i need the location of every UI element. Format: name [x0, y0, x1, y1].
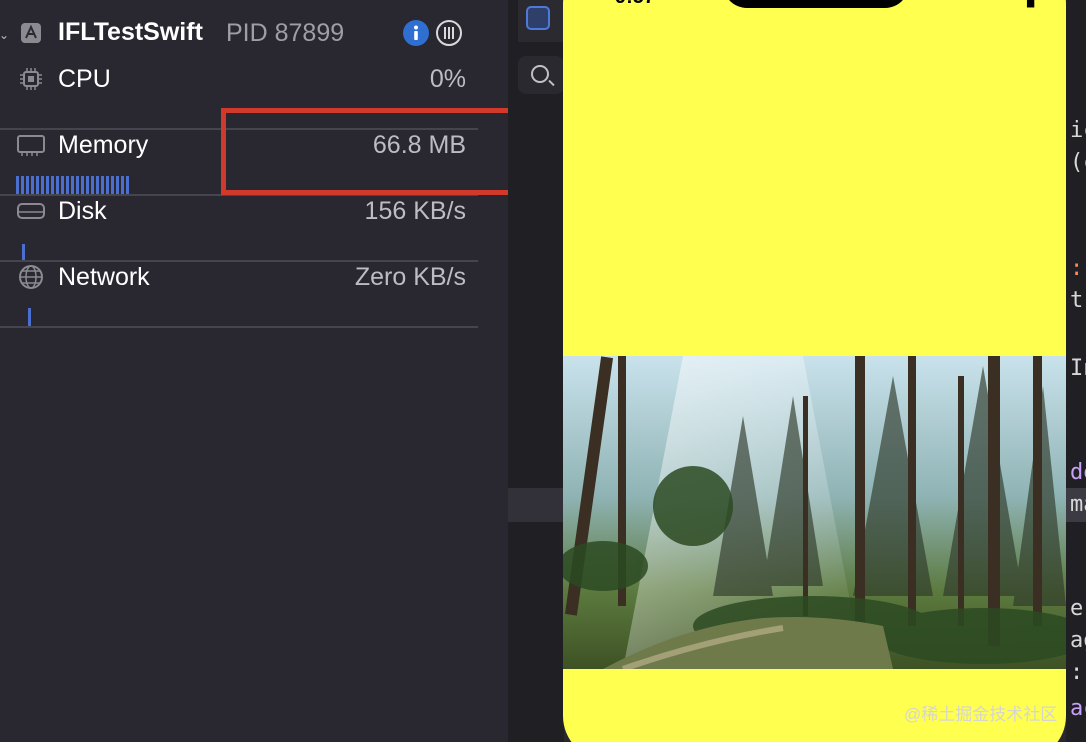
- status-time: 9:57: [615, 0, 655, 9]
- cpu-icon: [20, 68, 42, 90]
- gauge-label: Network: [58, 263, 150, 291]
- device-notch: [723, 0, 909, 8]
- code-editor[interactable]: ic (c : t In de ma e ag : ac: [1066, 0, 1086, 742]
- search-field[interactable]: [518, 56, 564, 94]
- gauge-value: Zero KB/s: [354, 263, 466, 291]
- code-fragment: de: [1070, 460, 1086, 485]
- separator: [0, 326, 478, 328]
- app-icon: [21, 23, 41, 43]
- code-fragment: ag: [1070, 628, 1086, 653]
- code-fragment: ac: [1070, 696, 1086, 721]
- threads-icon[interactable]: [436, 20, 462, 46]
- info-icon[interactable]: [403, 20, 429, 46]
- code-fragment: ma: [1070, 492, 1086, 517]
- gauge-value: 0%: [429, 65, 466, 93]
- process-name: IFLTestSwift: [58, 18, 203, 46]
- search-icon: [531, 65, 549, 83]
- code-fragment: ic: [1070, 118, 1086, 143]
- gauge-label: CPU: [58, 65, 111, 93]
- gauge-label: Memory: [58, 131, 149, 159]
- code-fragment: t: [1070, 288, 1084, 313]
- network-sparkline: [28, 308, 31, 326]
- editor-selection: [508, 488, 564, 522]
- network-icon: [19, 265, 43, 289]
- memory-highlight-box: [221, 108, 552, 195]
- forest-image: [563, 356, 1066, 669]
- code-fragment: :: [1070, 256, 1084, 281]
- code-fragment: In: [1070, 356, 1086, 381]
- gauge-value: 156 KB/s: [364, 197, 466, 225]
- editor-background: [508, 0, 564, 742]
- gauge-label: Disk: [58, 197, 107, 225]
- forest-illustration: [563, 356, 1066, 669]
- process-pid: PID 87899: [226, 19, 345, 47]
- code-fragment: (c: [1070, 150, 1086, 175]
- disk-sparkline: [22, 244, 25, 260]
- editor-tab[interactable]: [518, 0, 564, 42]
- disclosure-chevron-icon[interactable]: ⌄: [0, 28, 9, 42]
- watermark: @稀土掘金技术社区: [904, 705, 1058, 724]
- simulator-screen[interactable]: 9:57 ▮: [563, 0, 1066, 742]
- disk-icon: [17, 203, 45, 219]
- memory-icon: [17, 135, 45, 156]
- code-fragment: :: [1070, 660, 1084, 685]
- app-store-icon: [526, 6, 550, 30]
- process-row[interactable]: ⌄ IFLTestSwift PID 87899: [0, 14, 480, 52]
- code-fragment: e: [1070, 596, 1084, 621]
- gauge-network[interactable]: Network Zero KB/s: [0, 262, 480, 328]
- memory-sparkline: [16, 176, 129, 194]
- gauge-disk[interactable]: Disk 156 KB/s: [0, 196, 480, 262]
- battery-icon: ▮: [1025, 0, 1036, 11]
